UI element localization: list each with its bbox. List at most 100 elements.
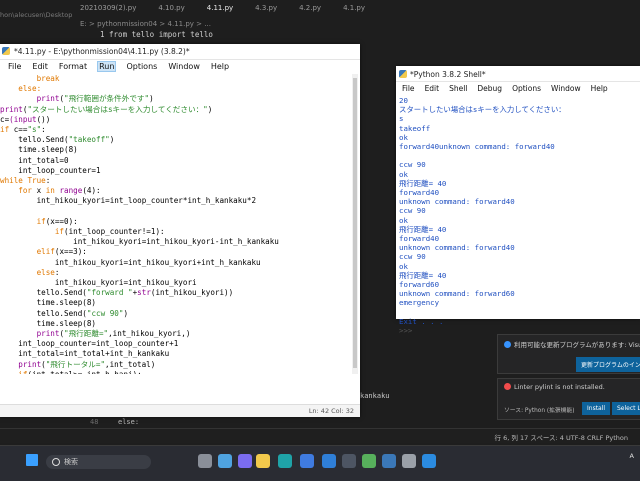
shell-line: ccw 90 [399, 252, 426, 262]
taskbar-search[interactable]: 検索 [46, 455, 151, 469]
code-token: True [27, 176, 46, 186]
code-token: if [0, 227, 65, 237]
scroll-thumb[interactable] [353, 78, 357, 368]
windows-icon[interactable] [26, 454, 38, 466]
menu-edit[interactable]: Edit [425, 84, 440, 93]
sidebar-path: hon\alecusen\Desktop [0, 11, 73, 19]
code-text: else: [118, 418, 140, 426]
shell-line: Exit . . . [399, 316, 444, 326]
install-update-button[interactable]: 更新プログラムのインストー [576, 357, 640, 372]
vscode-tab[interactable]: 4.1.py [343, 4, 365, 20]
terminal-icon[interactable] [342, 454, 356, 468]
idle-editor-window: *4.11.py - E:\pythonmission04\4.11.py (3… [0, 44, 360, 417]
vscode-tab[interactable]: 4.11.py [207, 4, 233, 20]
python-icon[interactable] [382, 454, 396, 468]
notification-source: ソース: Python (拡張機能) [504, 408, 575, 414]
explorer-icon[interactable] [256, 454, 270, 468]
menu-help[interactable]: Help [591, 84, 608, 93]
error-icon [504, 383, 511, 390]
task-view-icon[interactable] [198, 454, 212, 468]
input-language[interactable]: A [630, 452, 634, 461]
vscode-tab[interactable]: 4.3.py [255, 4, 277, 20]
menu-help[interactable]: Help [211, 62, 229, 71]
menu-options[interactable]: Options [512, 84, 541, 93]
settings-icon[interactable] [402, 454, 416, 468]
vscode-code-line: 1 from tello import tello [100, 30, 213, 39]
shell-line: forward40 [399, 188, 440, 198]
code-line: int_total=0 [0, 156, 352, 166]
code-token: break [0, 74, 60, 83]
shell-line: 飛行距離= 40 [399, 224, 447, 234]
code-token: for [0, 186, 33, 196]
shell-line: s [399, 114, 404, 124]
code-line: if c=="s": [0, 125, 352, 135]
select-linter-button[interactable]: Select Lin [612, 402, 640, 415]
code-line: time.sleep(8) [0, 298, 352, 308]
code-token: : [41, 125, 46, 135]
code-line: print("飛行距離=",int_hikou_kyori,) [0, 329, 352, 339]
code-token: range [59, 186, 83, 196]
code-token: int_loop_counter=int_loop_counter+1 [0, 339, 179, 349]
editor-title-bar[interactable]: *4.11.py - E:\pythonmission04\4.11.py (3… [0, 44, 360, 60]
shell-line: スタートしたい場合はsキーを入力してください： [399, 105, 566, 115]
menu-file[interactable]: File [402, 84, 415, 93]
code-token: tello.Send( [0, 288, 87, 298]
menu-window[interactable]: Window [168, 62, 200, 71]
editor-title: *4.11.py - E:\pythonmission04\4.11.py (3… [14, 47, 190, 56]
code-line: break [0, 74, 352, 84]
code-token: (int_total>= int_h_hani): [27, 370, 141, 374]
menu-shell[interactable]: Shell [449, 84, 467, 93]
shell-line: ccw 90 [399, 206, 426, 216]
code-token: ()) [36, 114, 51, 124]
vscode-icon[interactable] [422, 454, 436, 468]
code-line: else: [0, 268, 352, 278]
code-token: ) [207, 104, 213, 114]
cursor-position: Ln: 42 Col: 32 [308, 407, 354, 415]
menu-format[interactable]: Format [59, 62, 87, 71]
shell-title-bar[interactable]: *Python 3.8.2 Shell* [396, 66, 640, 82]
code-line: elif(x==3): [0, 247, 352, 257]
editor-status-bar: Ln: 42 Col: 32 [0, 404, 360, 417]
menu-debug[interactable]: Debug [477, 84, 502, 93]
code-line: if(x==0): [0, 217, 352, 227]
install-linter-button[interactable]: Install [582, 402, 611, 415]
shell-line: ok [399, 261, 408, 271]
editor-code-area[interactable]: break else: print("飛行範囲が条件外です") print("スタ… [0, 74, 352, 374]
vscode-tab[interactable]: 4.2.py [299, 4, 321, 20]
code-token: int_hikou_kyori=int_hikou_kyori-int_h_ka… [0, 237, 279, 247]
app-icon[interactable] [362, 454, 376, 468]
code-token: print [0, 104, 23, 114]
shell-line: ok [399, 132, 408, 142]
menu-window[interactable]: Window [551, 84, 581, 93]
code-token: int_total=0 [0, 155, 69, 165]
search-placeholder: 検索 [64, 458, 78, 466]
code-token: in [45, 186, 55, 196]
code-line: int_hikou_kyori=int_hikou_kyori-int_h_ka… [0, 237, 352, 247]
vscode-code-fragment: kankaku [360, 392, 390, 400]
menu-options[interactable]: Options [126, 62, 157, 71]
code-line: print("スタートしたい場合はsキーを入力してください：") [0, 105, 352, 115]
widgets-icon[interactable] [218, 454, 232, 468]
code-token: elif [0, 247, 55, 257]
vscode-tab[interactable]: 20210309(2).py [80, 4, 136, 20]
notification-text: 利用可能な更新プログラムがあります: Visual Stu [514, 341, 640, 349]
taskbar: 検索 A [0, 445, 640, 481]
menu-edit[interactable]: Edit [32, 62, 48, 71]
menu-file[interactable]: File [8, 62, 21, 71]
vscode-code-line: 48 else: [90, 417, 308, 427]
store-icon[interactable] [300, 454, 314, 468]
code-token: ) [149, 94, 154, 104]
chat-icon[interactable] [238, 454, 252, 468]
code-line: c=(input()) [0, 115, 352, 125]
vscode-tab[interactable]: 4.10.py [158, 4, 184, 20]
shell-line: unknown command: forward60 [399, 289, 515, 299]
code-token: "ccw 90" [86, 308, 124, 318]
code-line: int_loop_counter=1 [0, 166, 352, 176]
menu-run[interactable]: Run [97, 61, 117, 72]
code-line: while True: [0, 176, 352, 186]
status-info[interactable]: 行 6, 列 17 スペース: 4 UTF-8 CRLF Python [495, 432, 628, 442]
editor-scrollbar[interactable] [352, 74, 358, 374]
edge-icon[interactable] [278, 454, 292, 468]
mail-icon[interactable] [322, 454, 336, 468]
shell-output[interactable]: 20 スタートしたい場合はsキーを入力してください： s takeoff ok forwa… [399, 96, 635, 335]
